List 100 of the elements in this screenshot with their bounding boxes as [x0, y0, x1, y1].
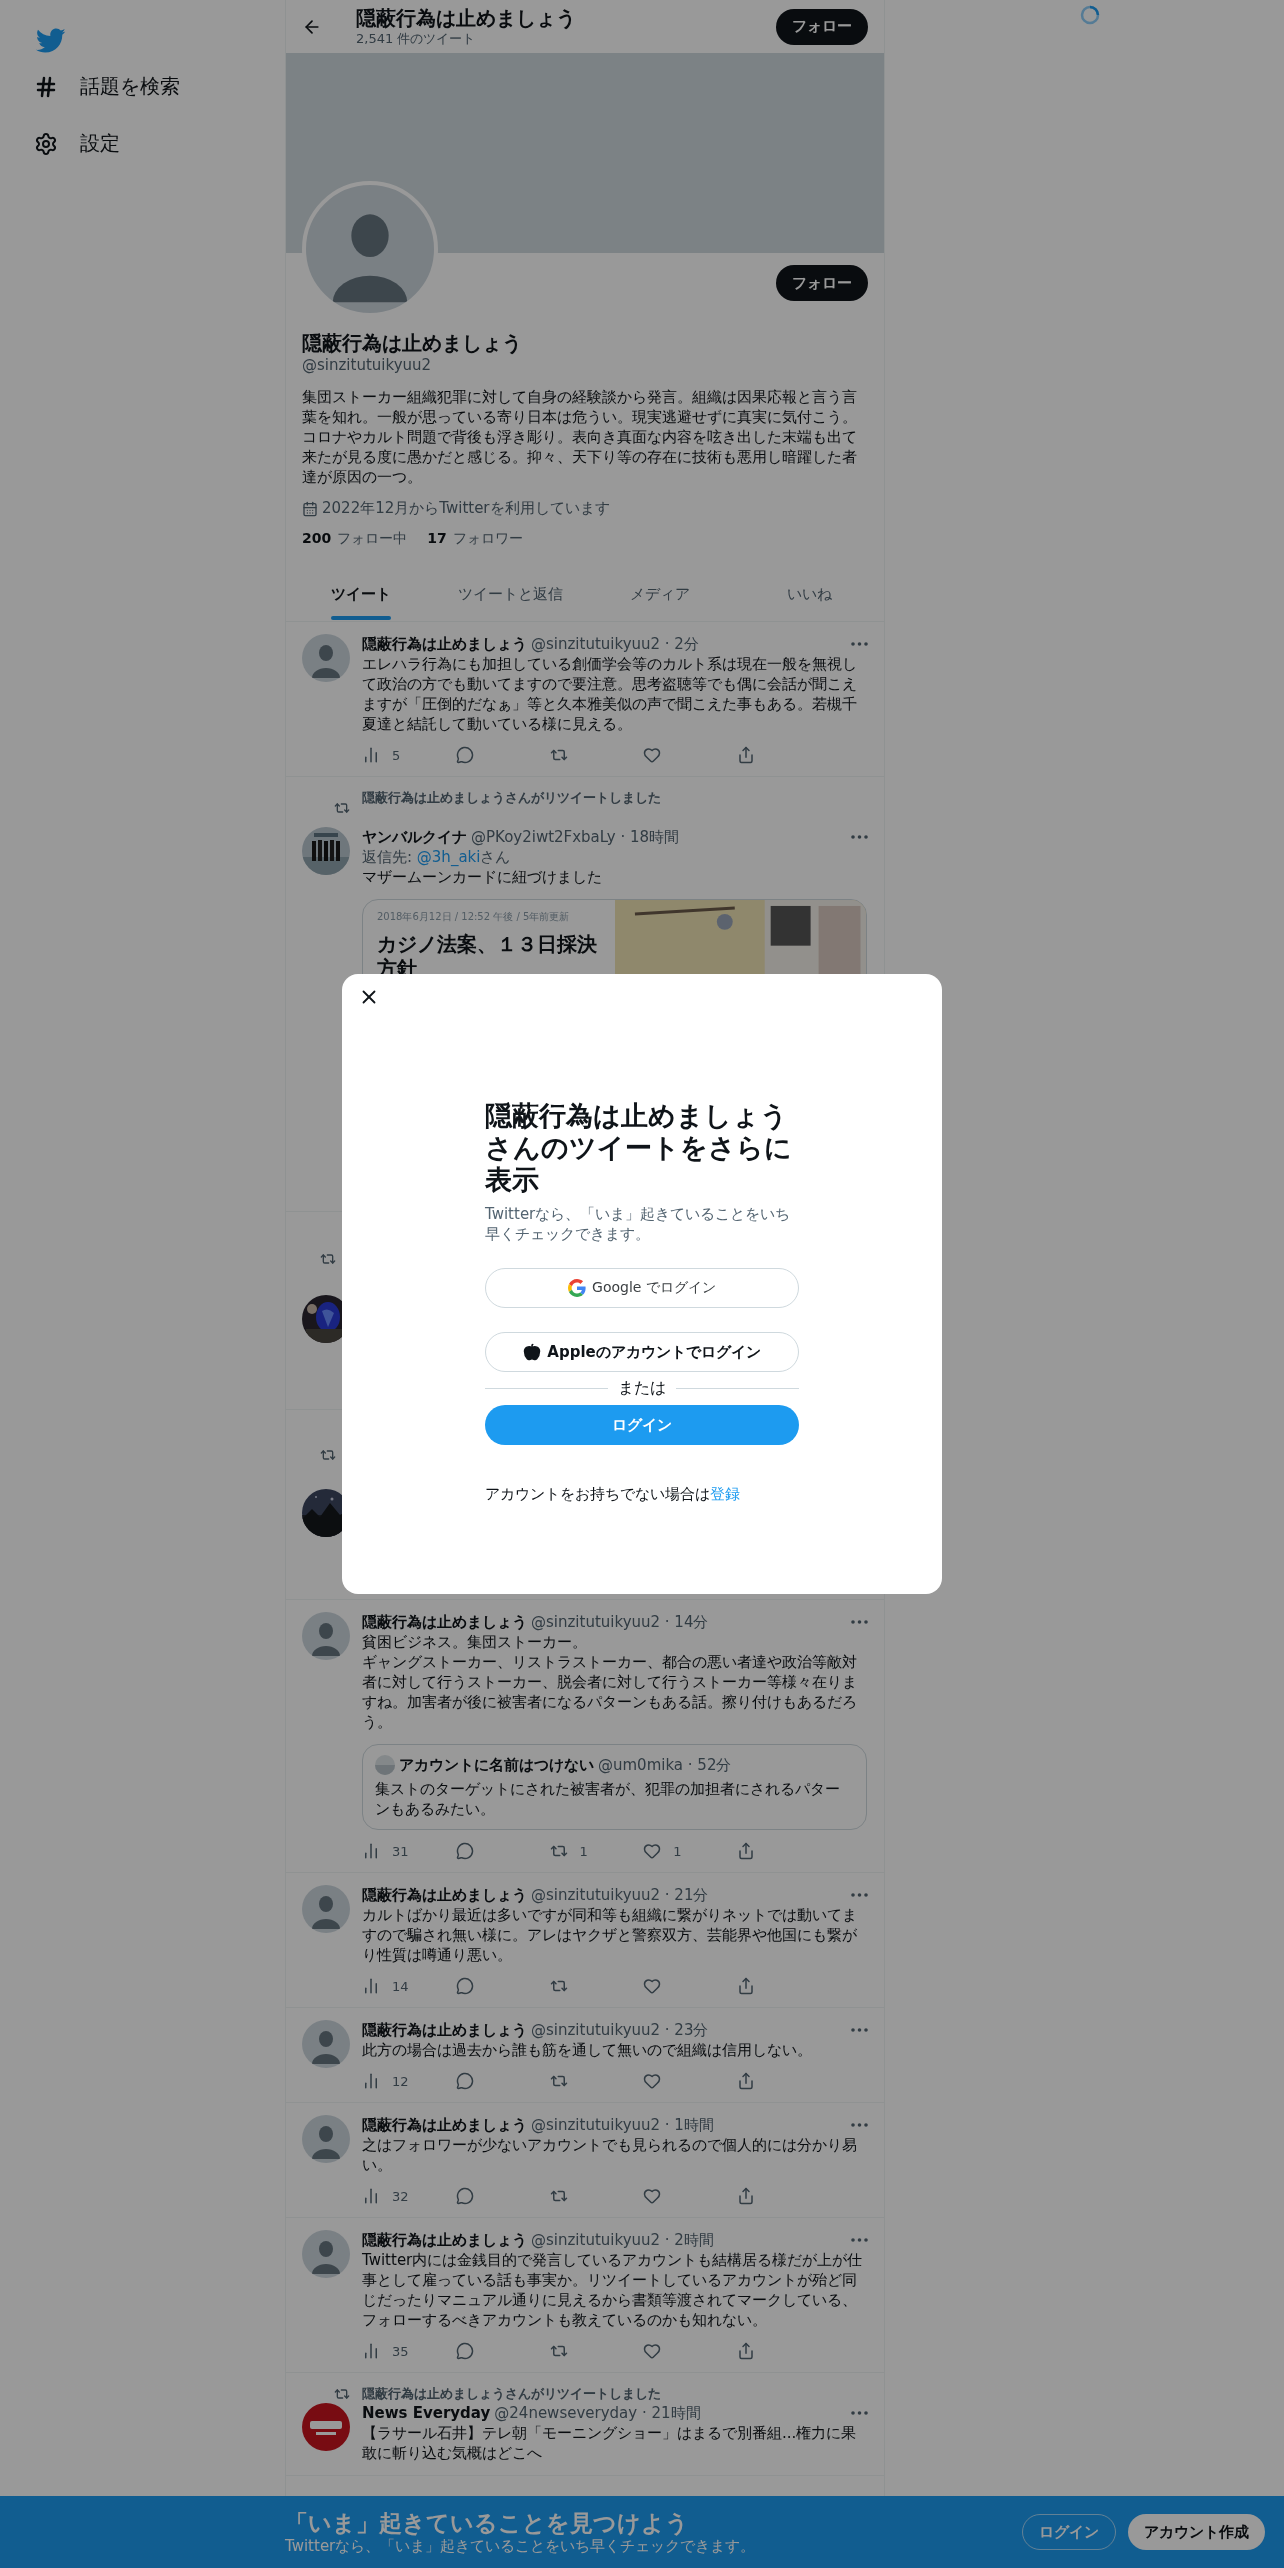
- speech-bubble-icon: [455, 746, 474, 764]
- heart-icon: [643, 2187, 662, 2205]
- more-icon: [851, 2238, 868, 2242]
- more-icon: [851, 835, 868, 839]
- bar-chart-icon: [362, 1977, 380, 1995]
- author-name[interactable]: 隠蔽行為は止めましょう: [362, 2115, 527, 2135]
- more-button[interactable]: [851, 2238, 868, 2242]
- like-button[interactable]: 1: [643, 1842, 694, 1860]
- speech-bubble-icon: [455, 2187, 474, 2205]
- quoted-tweet[interactable]: アカウントに名前はつけない @um0mika · 52分 集ストのターゲットにされた被害者が、犯罪の加担者にされるパターンもあるみたい。: [362, 1744, 867, 1830]
- bird-logo-icon[interactable]: [36, 28, 66, 54]
- signup-button[interactable]: アカウント作成: [1128, 2514, 1265, 2550]
- author-handle: @sinzitutuikyuu2 · 1時間: [531, 2115, 715, 2135]
- author-handle: @sinzitutuikyuu2 · 14分: [531, 1612, 710, 1632]
- more-icon: [851, 1893, 868, 1897]
- retweet-icon: [334, 800, 350, 816]
- follow-button[interactable]: フォロー: [776, 8, 868, 45]
- author-name[interactable]: 隠蔽行為は止めましょう: [362, 1612, 527, 1632]
- author-name[interactable]: 隠蔽行為は止めましょう: [362, 2230, 527, 2250]
- apple-login-button[interactable]: Appleのアカウントでログイン: [485, 1332, 799, 1372]
- default-avatar-icon[interactable]: [302, 1612, 350, 1660]
- views-button[interactable]: 5: [362, 746, 412, 764]
- followers-link[interactable]: 17 フォロワー: [427, 530, 523, 548]
- more-icon: [851, 642, 868, 646]
- more-button[interactable]: [851, 642, 868, 646]
- views-button[interactable]: 12: [362, 2072, 412, 2090]
- more-icon: [851, 1620, 868, 1624]
- bar-chart-icon: [362, 746, 380, 764]
- bar-chart-icon: [362, 2187, 380, 2205]
- tweet-text: 之はフォロワーが少ないアカウントでも見られるので個人的には分かり易い。: [362, 2135, 858, 2175]
- retweet-icon: [334, 2386, 350, 2402]
- more-button[interactable]: [851, 2028, 868, 2032]
- retweet-button[interactable]: 1: [549, 1842, 600, 1860]
- views-button[interactable]: 32: [362, 2187, 412, 2205]
- divider-label: または: [618, 1378, 666, 1399]
- profile-tab[interactable]: ツイートと返信: [435, 568, 585, 621]
- heart-icon: [643, 2072, 662, 2090]
- sidebar-item[interactable]: 設定: [34, 115, 285, 172]
- author-name[interactable]: News Everyday: [362, 2403, 491, 2423]
- views-button[interactable]: 31: [362, 1842, 412, 1860]
- default-avatar-icon[interactable]: [302, 2230, 350, 2278]
- share-icon: [737, 2187, 755, 2205]
- author-handle: @um0mika · 52分: [598, 1755, 733, 1775]
- share-icon: [737, 746, 755, 764]
- author-name[interactable]: ヤンバルクイナ: [362, 827, 467, 847]
- more-button[interactable]: [851, 1620, 868, 1624]
- author-name[interactable]: アカウントに名前はつけない: [399, 1755, 594, 1775]
- joined-date: 2022年12月からTwitterを利用しています: [322, 499, 610, 518]
- share-icon: [737, 1842, 755, 1860]
- tweet-text: 此方の場合は過去から誰も筋を通して無いので組織は信用しない。: [362, 2040, 813, 2060]
- profile-bio: 集団ストーカー組織犯罪に対して自身の経験談から発言。組織は因果応報と言う言葉を知れ。一般が思っている寄り日本は危うい。現実逃避せずに真実に気付こう。コロナやカルト問題で背後も浮き彫り。表向き真面な内容を呟き出した末端も出て来たが見る度に愚かだと感じる。抑々、天下り等の存在に技術も悪用し暗躍した者達が原因の一つ。: [302, 387, 857, 487]
- follow-button[interactable]: フォロー: [776, 265, 868, 301]
- bar-chart-icon: [362, 2072, 380, 2090]
- author-name[interactable]: 隠蔽行為は止めましょう: [362, 634, 527, 654]
- dialog-subtitle: Twitterなら、「いま」起きていることをいち早くチェックできます。: [485, 1204, 792, 1244]
- settings-icon: [34, 131, 58, 156]
- tweet-text: 貧困ビジネス。集団ストーカー。: [362, 1632, 588, 1652]
- banner-title: 「いま」起きていることを見つけよう: [285, 2508, 690, 2537]
- author-handle: @sinzitutuikyuu2 · 21分: [531, 1885, 710, 1905]
- views-button[interactable]: 14: [362, 1977, 412, 1995]
- speech-bubble-icon: [455, 2072, 474, 2090]
- bar-chart-icon: [362, 2342, 380, 2360]
- retweet-notice: 隠蔽行為は止めましょうさんがリツイートしました: [362, 789, 662, 807]
- reply-to-text: 返信先: @3h_akiさん: [362, 847, 512, 867]
- loading-spinner-icon: [1079, 4, 1101, 26]
- tweet-text: エレハラ行為にも加担している創価学会等のカルト系は現在一般を無視して政治の方でも動いてますので要注意。思考盗聴等でも偶に会話が聞こえますが「圧倒的だなぁ」等と久本雅美似の声で聞こえた事もある。若槻千夏達と結託して動いている様に見える。: [362, 654, 858, 734]
- profile-tab[interactable]: メディア: [585, 568, 735, 621]
- tweet-text: Twitter内には金銭目的で発言しているアカウントも結構居る様だが上が仕事として雇っている話も事実か。リツイートしているアカウントが殆ど同じだったりマニュアル通りに見えるから書類等渡されてマークしている、フォローするべきアカウントも教えているのかも知れない。: [362, 2250, 864, 2330]
- default-avatar-icon[interactable]: [302, 1885, 350, 1933]
- author-handle: @24newseveryday · 21時間: [494, 2403, 702, 2423]
- default-avatar-icon[interactable]: [302, 2020, 350, 2068]
- sidebar-item[interactable]: 話題を検索: [34, 58, 285, 115]
- default-avatar-icon[interactable]: [302, 2115, 350, 2163]
- speech-bubble-icon: [455, 1842, 474, 1860]
- author-handle: @sinzitutuikyuu2 · 2分: [531, 634, 700, 654]
- share-icon: [737, 2342, 755, 2360]
- share-icon: [737, 2072, 755, 2090]
- profile-tab[interactable]: ツイート: [286, 568, 436, 621]
- calendar-icon: [302, 500, 318, 517]
- author-name[interactable]: 隠蔽行為は止めましょう: [362, 2020, 527, 2040]
- profile-handle: @sinzitutuikyuu2: [302, 355, 433, 375]
- heart-icon: [643, 746, 662, 764]
- google-login-button[interactable]: Google でログイン: [485, 1268, 799, 1308]
- more-button[interactable]: [851, 835, 868, 839]
- more-button[interactable]: [851, 1893, 868, 1897]
- author-name[interactable]: 隠蔽行為は止めましょう: [362, 1885, 527, 1905]
- more-button[interactable]: [851, 2411, 868, 2415]
- speech-bubble-icon: [455, 2342, 474, 2360]
- profile-title: 隠蔽行為は止めましょう: [356, 5, 577, 30]
- tweet-text: カルトばかり最近は多いですが同和等も組織に繋がりネットでは動いてますので騙され無い様に。アレはヤクザと警察双方、芸能界や他国にも繋がり性質は噂通り悪い。: [362, 1905, 858, 1965]
- heart-icon: [643, 2342, 662, 2360]
- dialog-title: 隠蔽行為は止めましょうさんのツイートをさらに表示: [485, 1100, 793, 1196]
- default-avatar-icon[interactable]: [302, 634, 350, 682]
- profile-tab[interactable]: いいね: [734, 568, 884, 621]
- more-button[interactable]: [851, 2123, 868, 2127]
- tweet-text: 【ラサール石井】テレ朝「モーニングショー」はまるで別番組...権力に果敢に斬り込む気概はどこへ: [362, 2423, 858, 2463]
- hash-icon: [34, 74, 58, 99]
- apple-logo-icon: [523, 1343, 542, 1361]
- following-link[interactable]: 200 フォロー中: [302, 530, 408, 548]
- views-button[interactable]: 35: [362, 2342, 412, 2360]
